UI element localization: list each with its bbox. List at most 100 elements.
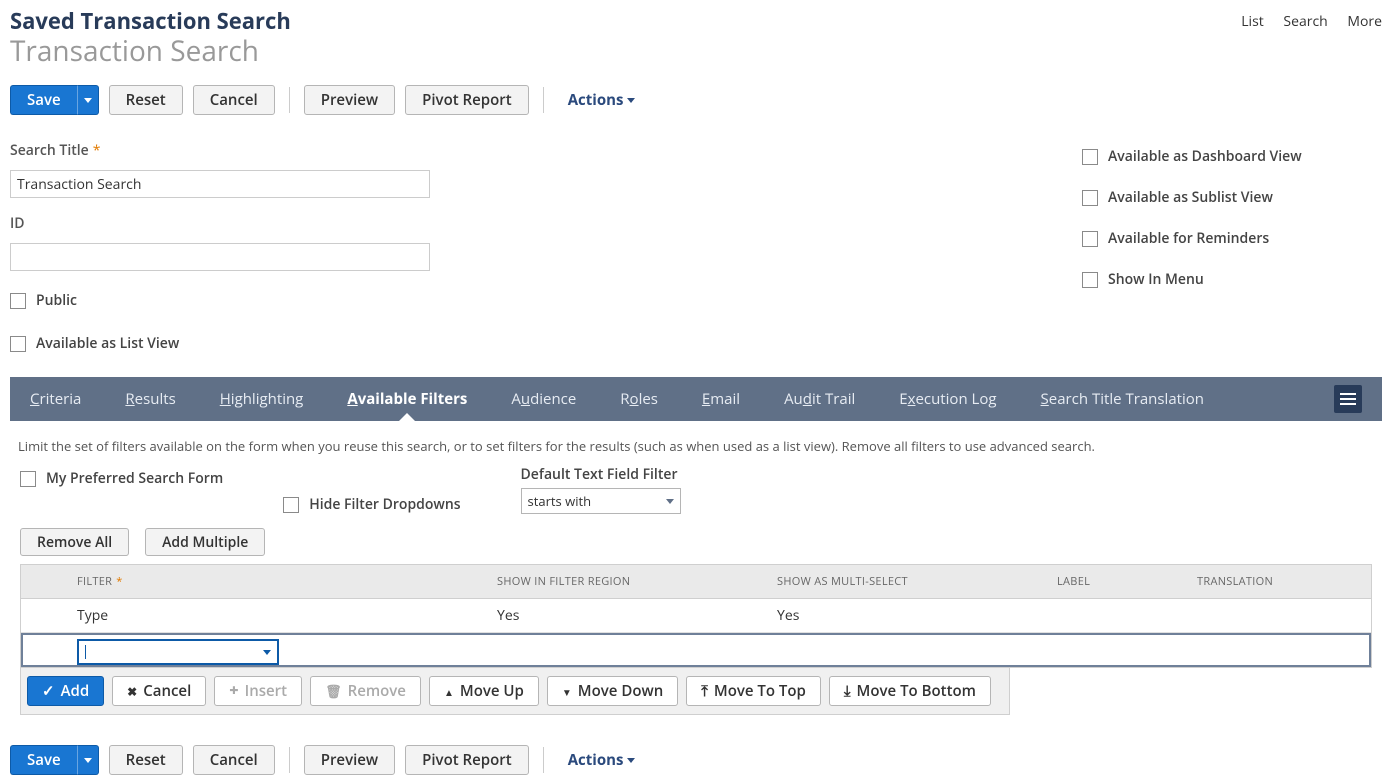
avail-listview-label: Available as List View <box>36 334 179 353</box>
grid-actions: Add Cancel Insert Remove Move Up Move Do… <box>20 668 1010 715</box>
pivot-report-button[interactable]: Pivot Report <box>405 85 529 115</box>
col-filter: FILTER <box>77 574 112 589</box>
arrow-bottom-icon <box>844 681 851 701</box>
trash-icon <box>325 681 342 701</box>
avail-reminders-label: Available for Reminders <box>1108 229 1269 248</box>
default-text-filter-value: starts with <box>528 492 592 510</box>
reset-button-bottom[interactable]: Reset <box>109 745 183 775</box>
my-preferred-label: My Preferred Search Form <box>46 469 223 488</box>
tab-roles[interactable]: Roles <box>620 389 658 409</box>
tab-criteria[interactable]: Criteria <box>30 389 81 409</box>
search-title-label: Search Title <box>10 141 89 160</box>
menu-icon <box>1340 398 1356 400</box>
tab-audience[interactable]: Audience <box>511 389 576 409</box>
col-show-region: SHOW IN FILTER REGION <box>489 574 769 589</box>
toolbar-bottom: Save Reset Cancel Preview Pivot Report A… <box>10 745 1382 775</box>
grid-movetop-button[interactable]: Move To Top <box>686 676 821 706</box>
grid-movedown-button[interactable]: Move Down <box>547 676 678 706</box>
plus-icon <box>229 681 238 701</box>
separator <box>543 747 544 773</box>
grid-row[interactable]: Type Yes Yes <box>21 599 1371 633</box>
preview-button-bottom[interactable]: Preview <box>304 745 395 775</box>
save-dropdown[interactable] <box>77 85 99 115</box>
show-in-menu-checkbox[interactable] <box>1082 272 1098 288</box>
separator <box>289 87 290 113</box>
grid-add-button[interactable]: Add <box>27 676 104 706</box>
my-preferred-checkbox[interactable] <box>20 471 36 487</box>
x-icon <box>127 681 137 701</box>
list-link[interactable]: List <box>1241 12 1264 31</box>
text-cursor-icon <box>85 645 86 659</box>
chevron-down-icon <box>84 758 92 763</box>
col-multi: SHOW AS MULTI-SELECT <box>769 574 1049 589</box>
actions-menu[interactable]: Actions <box>568 90 636 110</box>
avail-sublist-checkbox[interactable] <box>1082 190 1098 206</box>
public-label: Public <box>36 291 77 310</box>
actions-menu-bottom[interactable]: Actions <box>568 750 636 770</box>
cancel-button[interactable]: Cancel <box>193 85 275 115</box>
default-text-filter-select[interactable]: starts with <box>521 488 681 514</box>
grid-insert-button[interactable]: Insert <box>214 676 302 706</box>
default-text-filter-label: Default Text Field Filter <box>521 465 681 484</box>
save-dropdown-bottom[interactable] <box>77 745 99 775</box>
tab-available-filters[interactable]: Available Filters <box>347 389 467 409</box>
tab-execution-log[interactable]: Execution Log <box>899 389 996 409</box>
tab-overflow-menu[interactable] <box>1334 385 1362 413</box>
show-in-menu-label: Show In Menu <box>1108 270 1204 289</box>
grid-remove-button[interactable]: Remove <box>310 676 421 706</box>
tab-bar: Criteria Results Highlighting Available … <box>10 377 1382 421</box>
cell-filter: Type <box>69 606 489 625</box>
actions-label: Actions <box>568 750 624 770</box>
reset-button[interactable]: Reset <box>109 85 183 115</box>
more-link[interactable]: More <box>1347 12 1382 31</box>
grid-moveup-button[interactable]: Move Up <box>429 676 539 706</box>
avail-listview-checkbox[interactable] <box>10 336 26 352</box>
actions-label: Actions <box>568 90 624 110</box>
col-translation: TRANSLATION <box>1189 574 1371 589</box>
top-links: List Search More <box>1225 8 1382 31</box>
page-title: Transaction Search <box>10 36 291 67</box>
arrow-top-icon <box>701 681 708 701</box>
tab-help-text: Limit the set of filters available on th… <box>18 437 1374 455</box>
grid-cancel-button[interactable]: Cancel <box>112 676 206 706</box>
required-star-icon: * <box>116 574 122 589</box>
save-button-bottom[interactable]: Save <box>10 745 77 775</box>
chevron-down-icon <box>666 499 674 504</box>
avail-sublist-label: Available as Sublist View <box>1108 188 1273 207</box>
id-input[interactable] <box>10 243 430 271</box>
required-star-icon: * <box>93 141 101 160</box>
tab-email[interactable]: Email <box>702 389 740 409</box>
grid-input-row <box>21 633 1371 667</box>
filter-select[interactable] <box>77 639 279 665</box>
chevron-down-icon <box>627 98 635 103</box>
add-multiple-button[interactable]: Add Multiple <box>145 528 265 556</box>
grid-movebottom-button[interactable]: Move To Bottom <box>829 676 991 706</box>
avail-reminders-checkbox[interactable] <box>1082 231 1098 247</box>
chevron-down-icon <box>84 98 92 103</box>
id-label: ID <box>10 214 430 233</box>
hide-dropdowns-checkbox[interactable] <box>283 497 299 513</box>
public-checkbox[interactable] <box>10 293 26 309</box>
arrow-up-icon <box>444 681 454 701</box>
chevron-down-icon <box>627 758 635 763</box>
search-title-input[interactable] <box>10 170 430 198</box>
tab-title-translation[interactable]: Search Title Translation <box>1041 389 1204 409</box>
save-button[interactable]: Save <box>10 85 77 115</box>
toolbar-top: Save Reset Cancel Preview Pivot Report A… <box>10 85 1382 115</box>
menu-icon <box>1340 403 1356 405</box>
tab-audit-trail[interactable]: Audit Trail <box>784 389 855 409</box>
tab-highlighting[interactable]: Highlighting <box>220 389 304 409</box>
separator <box>289 747 290 773</box>
grid-header: FILTER * SHOW IN FILTER REGION SHOW AS MU… <box>21 565 1371 599</box>
preview-button[interactable]: Preview <box>304 85 395 115</box>
chevron-down-icon <box>263 650 271 655</box>
col-label: LABEL <box>1049 574 1189 589</box>
tab-results[interactable]: Results <box>125 389 175 409</box>
arrow-down-icon <box>562 681 572 701</box>
filters-grid: FILTER * SHOW IN FILTER REGION SHOW AS MU… <box>20 564 1372 668</box>
pivot-report-button-bottom[interactable]: Pivot Report <box>405 745 529 775</box>
cancel-button-bottom[interactable]: Cancel <box>193 745 275 775</box>
remove-all-button[interactable]: Remove All <box>20 528 129 556</box>
search-link[interactable]: Search <box>1283 12 1327 31</box>
avail-dashboard-checkbox[interactable] <box>1082 149 1098 165</box>
